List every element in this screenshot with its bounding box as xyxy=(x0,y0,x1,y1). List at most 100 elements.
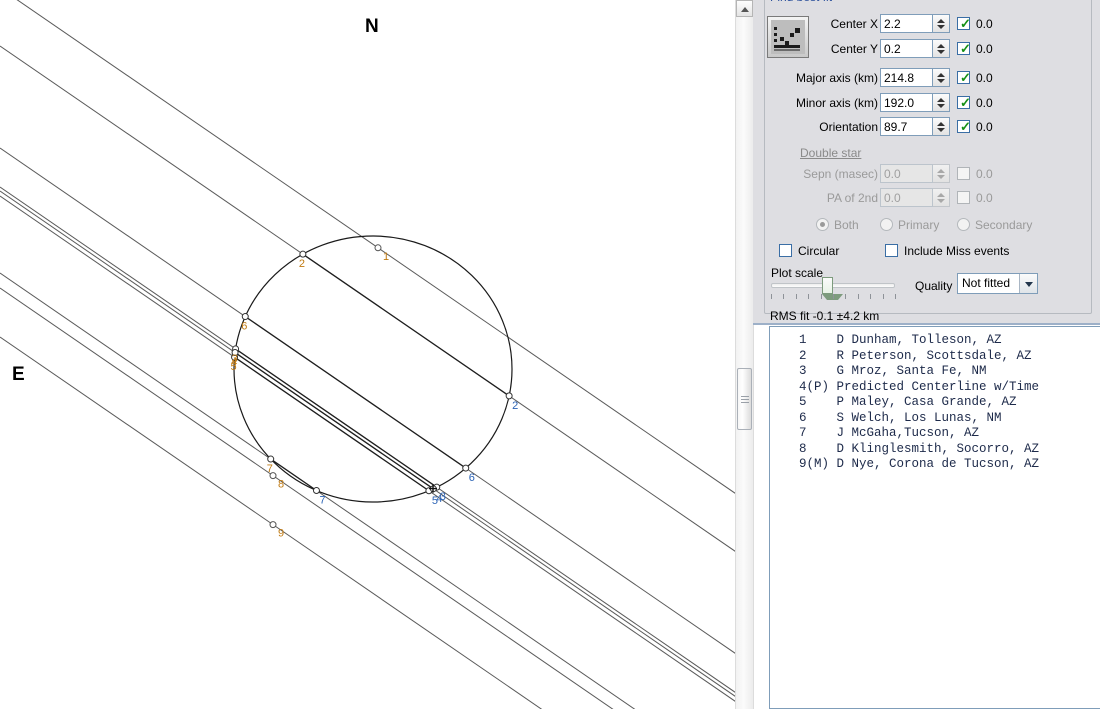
field-sigma-3: 0.0 xyxy=(976,96,993,110)
field-input-1[interactable] xyxy=(880,39,933,58)
field-input-3[interactable] xyxy=(880,93,933,112)
check-icon: ✓ xyxy=(960,71,971,84)
spinner-up-icon[interactable] xyxy=(937,44,945,48)
compass-east-label: E xyxy=(12,364,25,386)
radio-label-secondary: Secondary xyxy=(975,218,1032,232)
field-label-3: Minor axis (km) xyxy=(0,96,878,110)
double-star-label-0: Sepn (masec) xyxy=(0,167,878,181)
field-fit-checkbox-3[interactable]: ✓ xyxy=(957,96,970,109)
observer-list-item[interactable]: 8 D Klinglesmith, Socorro, AZ xyxy=(770,442,1100,458)
chord-4 xyxy=(0,191,737,698)
plot-scale-slider-thumb[interactable] xyxy=(822,277,833,294)
chord-label-4: 4 xyxy=(231,357,237,369)
field-fit-checkbox-4[interactable]: ✓ xyxy=(957,120,970,133)
radio-primary xyxy=(880,218,893,231)
observer-list-item[interactable]: 9(M) D Nye, Corona de Tucson, AZ xyxy=(770,457,1100,473)
double-star-sigma-0: 0.0 xyxy=(976,167,993,181)
chord-label-end-6: 6 xyxy=(469,472,475,484)
chord-label-7: 7 xyxy=(267,463,273,475)
field-label-1: Center Y xyxy=(0,42,878,56)
field-spinner-0[interactable] xyxy=(933,14,950,33)
double-star-sigma-1: 0.0 xyxy=(976,191,993,205)
slider-tick xyxy=(845,294,846,299)
double-star-input-1 xyxy=(880,188,933,207)
spinner-up-icon[interactable] xyxy=(937,98,945,102)
radio-label-both: Both xyxy=(834,218,859,232)
plot-scale-label: Plot scale xyxy=(771,266,823,280)
radio-secondary xyxy=(957,218,970,231)
double-star-checkbox-1 xyxy=(957,191,970,204)
field-label-4: Orientation xyxy=(0,120,878,134)
chord-label-end-7: 7 xyxy=(319,495,325,507)
double-star-spinner-1 xyxy=(933,188,950,207)
field-spinner-4[interactable] xyxy=(933,117,950,136)
check-icon: ✓ xyxy=(960,96,971,109)
spinner-down-icon[interactable] xyxy=(937,128,945,132)
slider-tick xyxy=(858,294,859,299)
slider-tick xyxy=(895,294,896,299)
chord-label-end-4: 4 xyxy=(436,493,442,505)
field-sigma-0: 0.0 xyxy=(976,17,993,31)
field-sigma-4: 0.0 xyxy=(976,120,993,134)
field-fit-checkbox-0[interactable]: ✓ xyxy=(957,17,970,30)
chord-label-2: 2 xyxy=(299,258,305,270)
chord-5 xyxy=(0,196,737,703)
double-star-input-0 xyxy=(880,164,933,183)
field-input-0[interactable] xyxy=(880,14,933,33)
check-icon: ✓ xyxy=(960,120,971,133)
check-icon: ✓ xyxy=(960,42,971,55)
spinner-down-icon[interactable] xyxy=(937,50,945,54)
include-miss-events-checkbox[interactable] xyxy=(885,244,898,257)
slider-tick xyxy=(883,294,884,299)
slider-tick xyxy=(821,294,822,299)
chord-label-6: 6 xyxy=(241,321,247,333)
panel-divider xyxy=(753,323,1100,325)
chord-7 xyxy=(0,273,737,709)
double-star-heading[interactable]: Double star xyxy=(800,146,861,160)
spinner-down-icon[interactable] xyxy=(937,79,945,83)
quality-dropdown[interactable]: Not fitted xyxy=(957,273,1038,294)
slider-tick xyxy=(808,294,809,299)
observer-list-item[interactable]: 7 J McGaha,Tucson, AZ xyxy=(770,426,1100,442)
spinner-up-icon[interactable] xyxy=(937,73,945,77)
chord-9 xyxy=(0,337,737,709)
chevron-down-icon[interactable] xyxy=(1019,274,1037,293)
spinner-down-icon[interactable] xyxy=(937,104,945,108)
observer-list-item[interactable]: 1 D Dunham, Tolleson, AZ xyxy=(770,333,1100,349)
double-star-label-1: PA of 2nd xyxy=(0,191,878,205)
grip-icon xyxy=(741,396,749,397)
chord-label-end-2: 2 xyxy=(512,400,518,412)
slider-tick xyxy=(833,294,834,299)
check-icon: ✓ xyxy=(960,17,971,30)
observer-list-item[interactable]: 6 S Welch, Los Lunas, NM xyxy=(770,411,1100,427)
chord-label-9: 9 xyxy=(278,528,284,540)
chord-6 xyxy=(0,148,737,655)
scrollbar-thumb[interactable] xyxy=(737,368,752,430)
field-sigma-2: 0.0 xyxy=(976,71,993,85)
field-input-4[interactable] xyxy=(880,117,933,136)
chord-label-8: 8 xyxy=(278,479,284,491)
field-spinner-3[interactable] xyxy=(933,93,950,112)
spinner-up-icon[interactable] xyxy=(937,122,945,126)
rms-fit-text: RMS fit -0.1 ±4.2 km xyxy=(770,309,879,323)
include-miss-events-label: Include Miss events xyxy=(904,244,1009,258)
double-star-checkbox-0 xyxy=(957,167,970,180)
field-fit-checkbox-1[interactable]: ✓ xyxy=(957,42,970,55)
spinner-up-icon[interactable] xyxy=(937,19,945,23)
chevron-up-icon xyxy=(741,7,749,12)
scroll-up-button[interactable] xyxy=(736,0,753,17)
observer-list-item[interactable]: 4(P) Predicted Centerline w/Time xyxy=(770,380,1100,396)
observer-list-item[interactable]: 5 P Maley, Casa Grande, AZ xyxy=(770,395,1100,411)
circular-checkbox[interactable] xyxy=(779,244,792,257)
spinner-down-icon[interactable] xyxy=(937,25,945,29)
observer-list-item[interactable]: 2 R Peterson, Scottsdale, AZ xyxy=(770,349,1100,365)
observer-list-item[interactable]: 3 G Mroz, Santa Fe, NM xyxy=(770,364,1100,380)
field-spinner-1[interactable] xyxy=(933,39,950,58)
field-fit-checkbox-2[interactable]: ✓ xyxy=(957,71,970,84)
slider-tick xyxy=(771,294,772,299)
radio-both xyxy=(816,218,829,231)
field-input-2[interactable] xyxy=(880,68,933,87)
observer-listbox[interactable]: 1 D Dunham, Tolleson, AZ 2 R Peterson, S… xyxy=(769,326,1100,709)
plot-scale-slider-track[interactable] xyxy=(771,283,895,288)
field-spinner-2[interactable] xyxy=(933,68,950,87)
